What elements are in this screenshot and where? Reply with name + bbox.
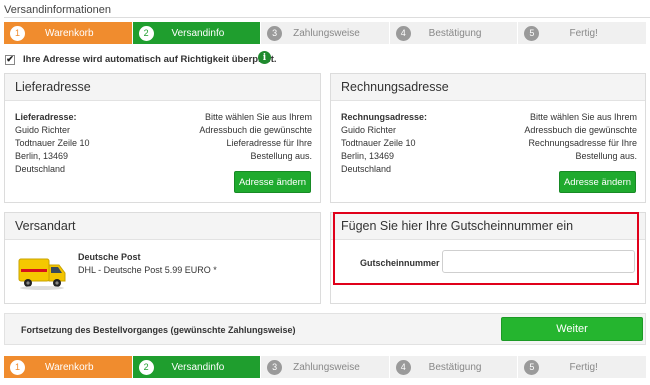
page-title: Versandinformationen <box>4 4 112 16</box>
billing-panel-title: Rechnungsadresse <box>331 74 645 101</box>
step-warenkorb[interactable]: 1 Warenkorb <box>4 356 132 378</box>
delivery-truck-icon <box>18 258 66 290</box>
continue-text: Fortsetzung des Bestellvorganges (gewüns… <box>21 325 296 335</box>
step-number: 3 <box>267 25 283 41</box>
step-label: Fertig! <box>569 361 598 373</box>
delivery-change-address-button[interactable]: Adresse ändern <box>234 171 311 193</box>
continue-bar: Fortsetzung des Bestellvorganges (gewüns… <box>4 313 646 345</box>
step-label: Warenkorb <box>45 27 94 39</box>
step-number: 5 <box>524 359 540 375</box>
delivery-note: Bitte wählen Sie aus Ihrem Adressbuch di… <box>199 112 312 161</box>
info-icon[interactable]: i <box>258 51 271 64</box>
shipping-info: Deutsche Post DHL - Deutsche Post 5.99 E… <box>78 251 217 277</box>
step-label: Warenkorb <box>45 361 94 373</box>
checkout-steps-bottom: 1 Warenkorb 2 Versandinfo 3 Zahlungsweis… <box>4 356 646 378</box>
voucher-input[interactable] <box>442 250 635 273</box>
step-number: 1 <box>10 25 25 41</box>
step-warenkorb[interactable]: 1 Warenkorb <box>4 22 132 44</box>
address-check-label: Ihre Adresse wird automatisch auf Richti… <box>23 54 277 65</box>
step-fertig: 5 Fertig! <box>518 22 646 44</box>
step-label: Versandinfo <box>171 361 225 373</box>
billing-address-panel: Rechnungsadresse Rechnungsadresse: Guido… <box>330 73 646 203</box>
delivery-address-panel: Lieferadresse Lieferadresse: Guido Richt… <box>4 73 321 203</box>
checkout-steps-top: 1 Warenkorb 2 Versandinfo 3 Zahlungsweis… <box>4 22 646 44</box>
shipping-method-panel: Versandart Deutsche Post DHL - Deutsche … <box>4 212 321 304</box>
step-number: 2 <box>138 359 154 375</box>
step-label: Zahlungsweise <box>293 27 360 39</box>
step-versandinfo[interactable]: 2 Versandinfo <box>132 356 261 378</box>
step-versandinfo[interactable]: 2 Versandinfo <box>132 22 261 44</box>
step-zahlungsweise: 3 Zahlungsweise <box>261 356 389 378</box>
step-bestaetigung: 4 Bestätigung <box>389 356 518 378</box>
step-fertig: 5 Fertig! <box>518 356 646 378</box>
voucher-highlight-frame <box>333 212 639 285</box>
step-label: Fertig! <box>569 27 598 39</box>
billing-change-address-button[interactable]: Adresse ändern <box>559 171 636 193</box>
step-number: 1 <box>10 359 25 375</box>
shipping-panel-title: Versandart <box>5 213 320 240</box>
shipping-description: DHL - Deutsche Post 5.99 EURO * <box>78 265 217 275</box>
step-label: Bestätigung <box>428 27 482 39</box>
step-number: 2 <box>138 25 154 41</box>
step-zahlungsweise: 3 Zahlungsweise <box>261 22 389 44</box>
shipping-carrier: Deutsche Post <box>78 252 141 262</box>
address-check-checkbox[interactable]: ✔ <box>5 54 15 65</box>
step-number: 4 <box>395 25 411 41</box>
voucher-field-label: Gutscheinnummer <box>360 258 440 268</box>
billing-note: Bitte wählen Sie aus Ihrem Adressbuch di… <box>524 112 637 161</box>
step-label: Zahlungsweise <box>293 361 360 373</box>
weiter-button[interactable]: Weiter <box>501 317 643 341</box>
step-bestaetigung: 4 Bestätigung <box>389 22 518 44</box>
step-number: 3 <box>267 359 283 375</box>
step-number: 5 <box>524 25 540 41</box>
step-label: Bestätigung <box>428 361 482 373</box>
address-check-row: ✔ Ihre Adresse wird automatisch auf Rich… <box>5 54 277 65</box>
title-divider <box>4 17 650 18</box>
step-label: Versandinfo <box>171 27 225 39</box>
delivery-panel-title: Lieferadresse <box>5 74 320 101</box>
step-number: 4 <box>395 359 411 375</box>
